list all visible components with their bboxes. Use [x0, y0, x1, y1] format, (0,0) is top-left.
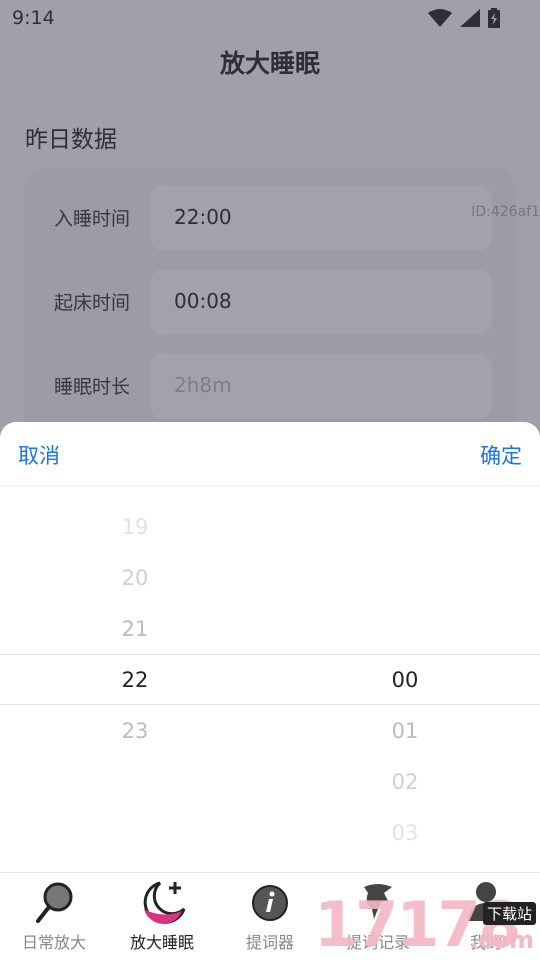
minute-option[interactable]: 02	[365, 770, 445, 794]
tab-prompter[interactable]: 提词器	[216, 873, 324, 960]
info-icon	[252, 885, 288, 921]
magnifier-icon	[36, 882, 73, 923]
minute-option[interactable]: 03	[365, 821, 445, 845]
hour-option-selected[interactable]: 22	[95, 668, 175, 692]
selection-line-top	[0, 654, 540, 655]
minute-option-selected[interactable]: 00	[365, 668, 445, 692]
moon-plus-icon	[143, 881, 186, 924]
tab-daily-magnify[interactable]: 日常放大	[0, 873, 108, 960]
cancel-button[interactable]: 取消	[18, 440, 60, 470]
hour-option[interactable]: 23	[95, 719, 175, 743]
watermark-badge: 下载站	[482, 902, 536, 925]
tab-label: 提词器	[245, 933, 294, 952]
confirm-button[interactable]: 确定	[480, 440, 522, 470]
tab-sleep-magnify[interactable]: 放大睡眠	[108, 873, 216, 960]
hour-option[interactable]: 19	[95, 515, 175, 539]
hour-option[interactable]: 20	[95, 566, 175, 590]
picker-header: 取消 确定	[0, 422, 540, 486]
selection-line-bottom	[0, 704, 540, 705]
minute-option[interactable]: 01	[365, 719, 445, 743]
tab-label: 日常放大	[21, 933, 86, 952]
hour-option[interactable]: 21	[95, 617, 175, 641]
watermark-suffix: .com	[469, 926, 534, 954]
tab-label: 放大睡眠	[129, 933, 194, 952]
app-screen: 9:14 放大睡眠 昨日数据 入睡时间 22:00 起床时间 00:08 睡眠时…	[0, 0, 540, 960]
site-watermark-logo: 17178 下载站 .com	[314, 890, 540, 960]
